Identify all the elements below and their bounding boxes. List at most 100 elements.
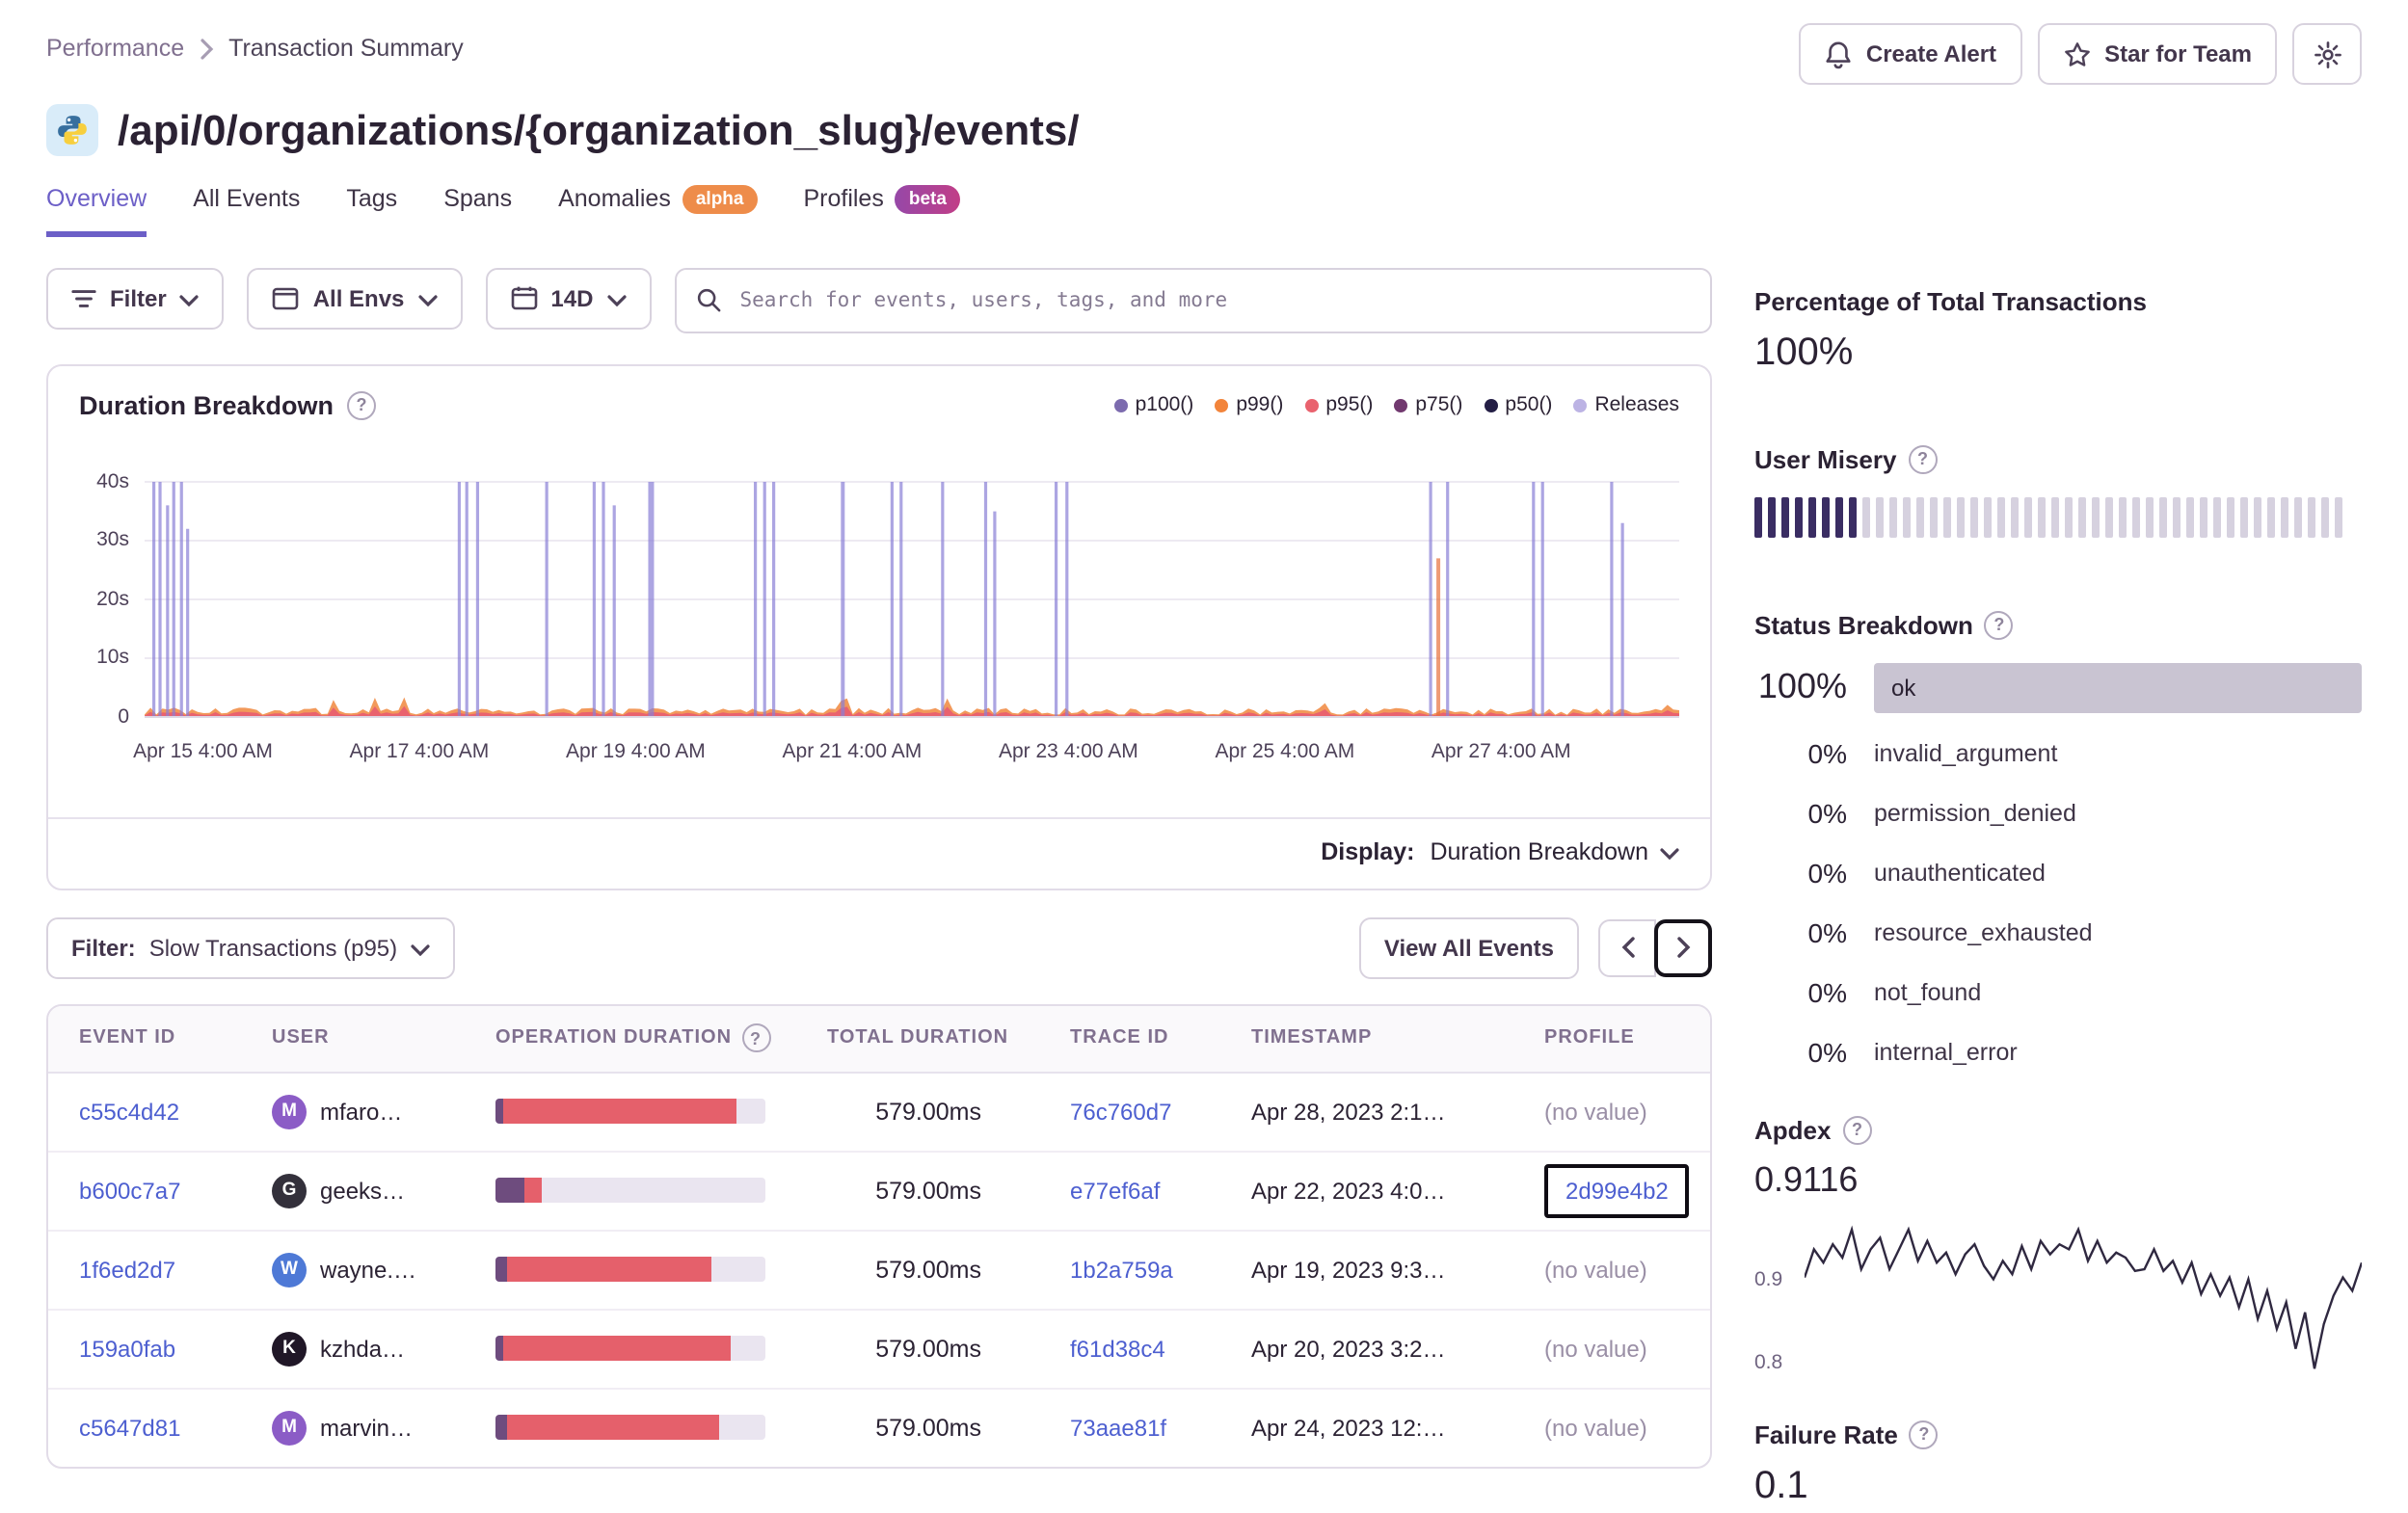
profile-no-value: (no value) [1544,1414,1647,1441]
misery-bar [1754,496,1762,537]
duration-chart-plot[interactable]: Apr 15 4:00 AM Apr 17 4:00 AM Apr 19 4:00 … [133,438,1679,770]
legend-item-p100[interactable]: p100() [1113,393,1193,416]
duration-segment [503,1336,731,1361]
alpha-badge: alpha [682,185,758,213]
misery-bar [2119,496,2127,537]
trace-id-link[interactable]: 76c760d7 [1070,1098,1171,1125]
view-all-events-button[interactable]: View All Events [1358,916,1579,978]
help-icon[interactable]: ? [741,1023,771,1052]
trace-id-link[interactable]: e77ef6af [1070,1177,1160,1204]
events-toolbar: Filter: Slow Transactions (p95) View All… [46,916,1712,978]
calendar-icon [510,285,537,310]
apdex-chart: 0.9 0.8 [1754,1215,2362,1381]
beta-badge: beta [895,185,960,213]
next-page-button[interactable] [1654,918,1712,976]
help-icon[interactable]: ? [1984,610,2014,639]
misery-bar [1849,496,1857,537]
duration-segment [506,1257,711,1282]
legend-dot-icon [1573,398,1588,411]
legend-item-p95[interactable]: p95() [1304,393,1373,416]
misery-bar [2051,496,2059,537]
tab-profiles[interactable]: Profiles beta [803,185,960,236]
column-header-label: Timestamp [1251,1027,1373,1048]
help-icon[interactable]: ? [1909,1420,1939,1448]
profile-link[interactable]: 2d99e4b2 [1544,1163,1690,1217]
operation-duration-cell [465,1099,796,1124]
breadcrumb-performance[interactable]: Performance [46,35,184,62]
misery-bar [2065,496,2073,537]
chevron-down-icon [606,284,627,311]
star-for-team-button[interactable]: Star for Team [2037,23,2277,85]
status-row-invalid_argument: 0% invalid_argument [1754,737,2362,768]
search-bar[interactable] [674,267,1712,332]
event-id-cell: c55c4d42 [48,1098,241,1125]
user-cell: Ggeeks… [241,1173,465,1208]
legend-item-p99[interactable]: p99() [1215,393,1283,416]
legend-item-p75[interactable]: p75() [1394,393,1462,416]
status-percent: 0% [1807,916,1847,947]
legend-item-p50[interactable]: p50() [1484,393,1552,416]
display-value: Duration Breakdown [1430,837,1648,864]
create-alert-button[interactable]: Create Alert [1798,23,2022,85]
misery-bar [1808,496,1816,537]
user-name: kzhda… [320,1335,406,1362]
event-id-link[interactable]: c5647d81 [79,1414,180,1441]
column-header-label: Profile [1544,1027,1635,1048]
tab-overview[interactable]: Overview [46,185,147,236]
previous-page-button[interactable] [1598,918,1656,976]
transaction-filter-value: Slow Transactions (p95) [148,934,398,961]
star-icon [2062,40,2091,68]
tab-label: All Events [193,185,301,213]
chevron-right-icon [1676,937,1690,958]
trace-id-link[interactable]: 73aae81f [1070,1414,1166,1441]
date-range-selector[interactable]: 14D [485,267,652,329]
misery-bar [2254,496,2261,537]
legend-dot-icon [1484,398,1498,411]
display-selector[interactable]: Duration Breakdown [1430,837,1679,864]
total-transactions-section: Percentage of Total Transactions 100% [1754,286,2362,375]
legend-dot-icon [1304,398,1319,411]
tab-spans[interactable]: Spans [443,185,512,236]
status-label: permission_denied [1874,799,2076,826]
trace-id-link[interactable]: f61d38c4 [1070,1335,1165,1362]
user-cell: Wwayne.… [241,1252,465,1287]
event-id-link[interactable]: c55c4d42 [79,1098,179,1125]
help-icon[interactable]: ? [1842,1115,1872,1144]
duration-segment [495,1336,504,1361]
event-id-link[interactable]: 159a0fab [79,1335,175,1362]
filter-button[interactable]: Filter [46,267,225,329]
tab-anomalies[interactable]: Anomalies alpha [558,185,758,236]
transaction-filter-button[interactable]: Filter: Slow Transactions (p95) [46,916,456,978]
python-project-icon [46,104,98,156]
x-tick-label: Apr 17 4:00 AM [349,739,490,762]
event-id-link[interactable]: 1f6ed2d7 [79,1256,175,1283]
gear-icon [2313,40,2341,68]
column-header-label: Trace ID [1070,1027,1169,1048]
star-for-team-label: Star for Team [2104,40,2252,67]
event-id-link[interactable]: b600c7a7 [79,1177,180,1204]
status-row-internal_error: 0% internal_error [1754,1036,2362,1067]
legend-item-Releases[interactable]: Releases [1573,393,1679,416]
operation-duration-cell [465,1415,796,1440]
y-tick-label: 30s [96,528,129,551]
profile-no-value: (no value) [1544,1335,1647,1362]
settings-button[interactable] [2292,23,2362,85]
timestamp-cell: Apr 22, 2023 4:0… [1251,1177,1446,1204]
trace-id-link[interactable]: 1b2a759a [1070,1256,1173,1283]
environment-selector[interactable]: All Envs [247,267,463,329]
tab-tags[interactable]: Tags [346,185,397,236]
tab-all-events[interactable]: All Events [193,185,300,236]
duration-segment [503,1099,736,1124]
apdex-sparkline-svg [1805,1224,2362,1368]
avatar: M [272,1094,307,1128]
help-icon[interactable]: ? [347,390,377,419]
status-breakdown-section: Status Breakdown ? 100% ok 0% invalid_argum… [1754,610,2362,1067]
x-tick-label: Apr 23 4:00 AM [998,739,1138,762]
tab-label: Overview [46,185,147,213]
timestamp-cell: Apr 24, 2023 12:… [1251,1414,1446,1441]
page-title: /api/0/organizations/{organization_slug}… [118,105,1080,153]
search-input[interactable] [736,286,1691,313]
user-name: wayne.… [320,1256,417,1283]
help-icon[interactable]: ? [1908,444,1938,473]
column-header-event-id: Event ID [48,1027,241,1048]
